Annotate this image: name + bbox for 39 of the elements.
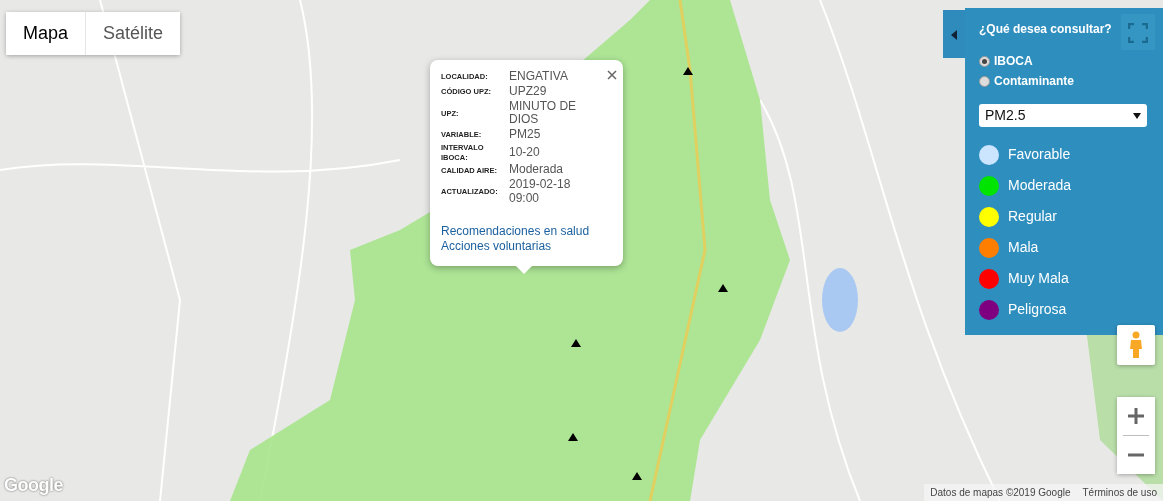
collapse-panel-button[interactable]: [943, 10, 965, 58]
legend-label: Favorable: [1008, 145, 1071, 164]
triangle-marker-icon[interactable]: [718, 284, 728, 292]
triangle-marker-icon[interactable]: [683, 67, 693, 75]
map-type-tab[interactable]: Satélite: [85, 12, 181, 55]
field-value: PM25: [509, 128, 541, 142]
caret-down-icon: [1133, 112, 1141, 119]
field-value: MINUTO DE DIOS: [509, 99, 578, 128]
map-type-tab[interactable]: Mapa: [6, 12, 86, 55]
legend-label: Moderada: [1008, 176, 1072, 195]
option-label: Contaminante: [994, 73, 1074, 90]
lake: [822, 268, 858, 332]
radio-button[interactable]: [979, 55, 990, 67]
legend-label: Mala: [1008, 238, 1039, 257]
zoom-in-button[interactable]: [1117, 397, 1155, 435]
attribution-text: Datos de mapas ©2019 Google: [929, 486, 1072, 500]
field-value: Moderada: [509, 163, 564, 178]
legend-label: Regular: [1008, 207, 1058, 226]
plus-icon: [1127, 407, 1145, 425]
terms-link[interactable]: Términos de uso: [1076, 484, 1163, 501]
field-value: ENGATIVA: [509, 70, 568, 84]
triangle-marker-icon[interactable]: [571, 339, 581, 347]
triangle-marker-icon[interactable]: [568, 433, 578, 441]
field-value: UPZ29: [509, 84, 547, 99]
caret-left-icon: [950, 29, 958, 40]
pollutant-select[interactable]: PM2.5: [979, 104, 1147, 127]
google-logo: Google: [4, 474, 63, 498]
popup-link[interactable]: Recomendaciones en salud: [441, 223, 611, 239]
triangle-marker-icon[interactable]: [632, 472, 642, 480]
legend-label: Peligrosa: [1008, 300, 1067, 319]
field-value: 10-20: [509, 145, 540, 160]
option-label: IBOCA: [994, 53, 1033, 70]
field-value: 2019-02-18 09:00: [509, 178, 572, 206]
panel-title: ¿Qué desea consultar?: [979, 21, 1113, 38]
zoom-out-button[interactable]: [1117, 436, 1155, 474]
popup-link[interactable]: Acciones voluntarias: [441, 238, 611, 254]
legend-label: Muy Mala: [1008, 269, 1069, 288]
radio-button[interactable]: [979, 75, 990, 87]
minus-icon: [1127, 453, 1145, 457]
